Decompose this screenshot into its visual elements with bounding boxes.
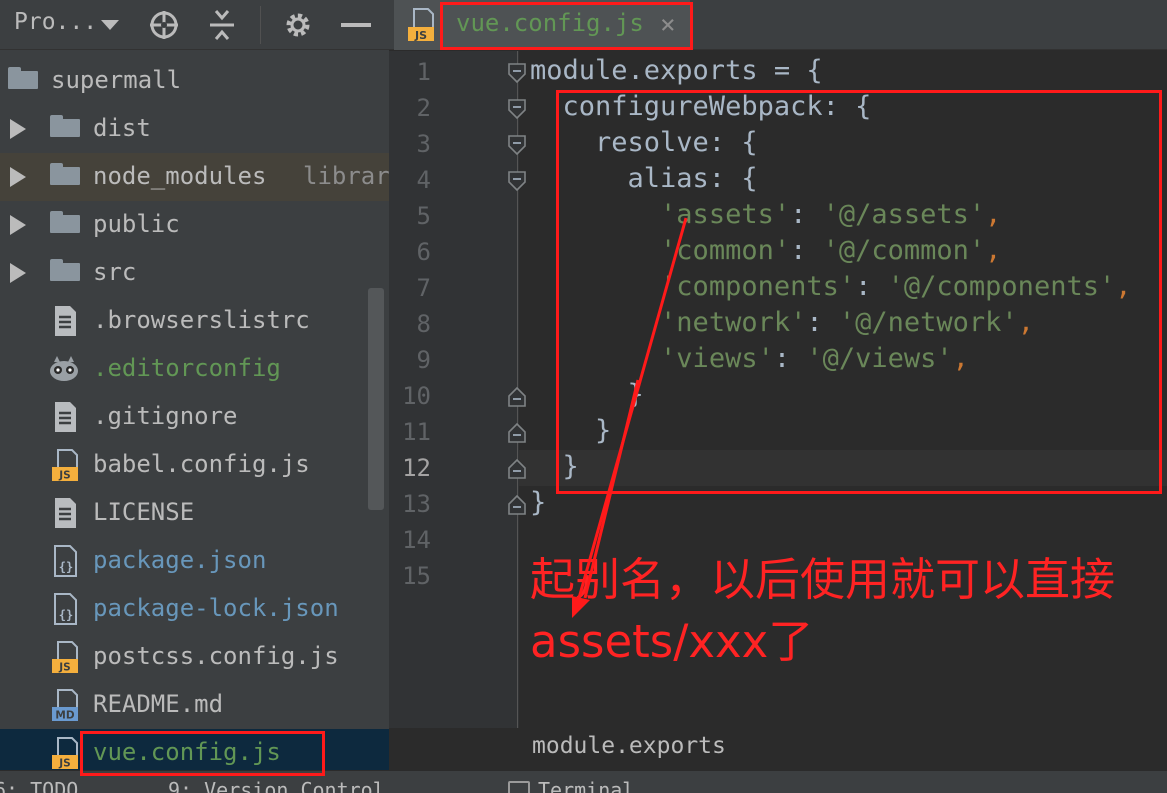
line-number: 14: [402, 526, 431, 554]
line-number: 15: [402, 562, 431, 590]
tree-item-label: node_modules: [93, 162, 267, 190]
line-number: 4: [416, 166, 431, 194]
terminal-tool-button[interactable]: Terminal: [538, 778, 634, 793]
tree-item-dot-browserslistrc[interactable]: .browserslistrc: [0, 297, 389, 345]
folder-icon: [50, 163, 80, 185]
svg-text:{}: {}: [59, 608, 73, 622]
locate-icon[interactable]: [146, 7, 182, 43]
expand-arrow-icon[interactable]: [10, 215, 26, 235]
folder-icon: [50, 211, 80, 233]
svg-text:{}: {}: [59, 560, 73, 574]
tree-item-label: .editorconfig: [93, 354, 281, 382]
fold-close-icon[interactable]: [507, 386, 527, 408]
fold-open-icon[interactable]: [507, 98, 527, 120]
folder-icon: [8, 67, 38, 89]
breadcrumb-bar: module.exports: [389, 728, 1167, 770]
line-number: 7: [416, 274, 431, 302]
line-number: 10: [402, 382, 431, 410]
svg-text:MD: MD: [55, 710, 74, 722]
tree-item-package-json[interactable]: {} package.json: [0, 537, 389, 585]
tree-item-label: public: [93, 210, 180, 238]
tree-item-label: .gitignore: [93, 402, 238, 430]
folder-icon: [50, 115, 80, 137]
annotation-box-alias-config: [556, 90, 1162, 494]
tree-item-label: LICENSE: [93, 498, 195, 526]
tree-item-readme-md[interactable]: MD README.md: [0, 681, 389, 729]
project-tool-window: Pro... supermall dist node_modules library p…: [0, 0, 389, 770]
fold-close-icon[interactable]: [507, 458, 527, 480]
tree-item-label: supermall: [51, 66, 182, 94]
expand-arrow-icon[interactable]: [10, 167, 26, 187]
version-control-tool-button[interactable]: 9: Version Control: [168, 778, 385, 793]
tree-item-label: package.json: [93, 546, 267, 574]
line-number: 13: [402, 490, 431, 518]
svg-text:JS: JS: [58, 758, 70, 770]
svg-text:JS: JS: [414, 29, 427, 42]
annotation-line-2: assets/xxx了: [530, 615, 814, 668]
tree-item-hint: library: [303, 162, 389, 190]
tree-scrollbar[interactable]: [368, 288, 384, 510]
tree-item-label: README.md: [93, 690, 224, 718]
breadcrumb-module-exports[interactable]: module.exports: [532, 733, 726, 759]
line-number: 8: [416, 310, 431, 338]
js-file-icon: JS: [408, 8, 434, 42]
svg-text:JS: JS: [58, 470, 70, 482]
code-line-13: }: [530, 487, 547, 518]
terminal-icon: [508, 781, 530, 793]
fold-open-icon[interactable]: [507, 134, 527, 156]
tree-item-label: dist: [93, 114, 151, 142]
fold-close-icon[interactable]: [507, 494, 527, 516]
annotation-note: 起别名，以后使用就可以直接 assets/xxx了: [530, 549, 1115, 673]
tree-item-node-modules[interactable]: node_modules library: [0, 153, 389, 201]
chevron-down-icon[interactable]: [92, 7, 128, 43]
tree-item-label: src: [93, 258, 137, 286]
tree-item-public[interactable]: public: [0, 201, 389, 249]
line-number: 2: [416, 94, 431, 122]
expand-arrow-icon[interactable]: [10, 119, 26, 139]
line-number: 12: [402, 454, 431, 482]
tree-item-label: .browserslistrc: [93, 306, 310, 334]
fold-open-icon[interactable]: [507, 62, 527, 84]
annotation-box-tab: [440, 2, 693, 50]
tree-item-src[interactable]: src: [0, 249, 389, 297]
project-view-selector[interactable]: Pro...: [14, 9, 97, 35]
tree-item-label: postcss.config.js: [93, 642, 339, 670]
line-number: 1: [416, 58, 431, 86]
collapse-all-icon[interactable]: [204, 7, 240, 43]
tree-item-babel-config-js[interactable]: JS babel.config.js: [0, 441, 389, 489]
expand-arrow-icon[interactable]: [10, 263, 26, 283]
todo-tool-button[interactable]: 6: TODO: [0, 778, 78, 793]
gear-icon[interactable]: [280, 7, 316, 43]
svg-text:JS: JS: [58, 662, 70, 674]
fold-close-icon[interactable]: [507, 422, 527, 444]
annotation-line-1: 起别名，以后使用就可以直接: [530, 553, 1116, 606]
tree-item-postcss-config-js[interactable]: JS postcss.config.js: [0, 633, 389, 681]
line-number: 3: [416, 130, 431, 158]
tree-item-dot-gitignore[interactable]: .gitignore: [0, 393, 389, 441]
line-number: 9: [416, 346, 431, 374]
code-line-1: module.exports = {: [530, 55, 823, 86]
annotation-box-file: [80, 731, 325, 776]
line-number: 5: [416, 202, 431, 230]
tree-item-dot-editorconfig[interactable]: .editorconfig: [0, 345, 389, 393]
header-separator: [260, 6, 261, 44]
tree-item-supermall[interactable]: supermall: [0, 57, 389, 105]
line-number: 6: [416, 238, 431, 266]
tree-item-package-lock-json[interactable]: {} package-lock.json: [0, 585, 389, 633]
line-number: 11: [402, 418, 431, 446]
tree-item-label: babel.config.js: [93, 450, 310, 478]
tree-item-license[interactable]: LICENSE: [0, 489, 389, 537]
tree-item-label: package-lock.json: [93, 594, 339, 622]
minimize-icon[interactable]: [338, 7, 374, 43]
tree-item-dist[interactable]: dist: [0, 105, 389, 153]
folder-icon: [50, 259, 80, 281]
project-panel-header: Pro...: [0, 0, 389, 50]
fold-open-icon[interactable]: [507, 170, 527, 192]
